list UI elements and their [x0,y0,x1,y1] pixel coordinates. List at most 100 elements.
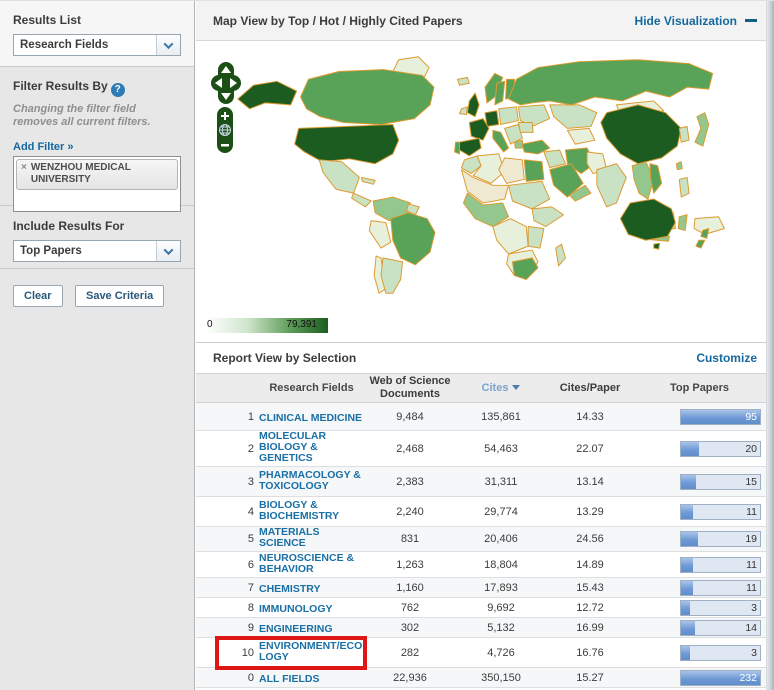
include-results-section: Include Results For Top Papers [0,206,194,269]
map-view-title: Map View by Top / Hot / Highly Cited Pap… [213,14,635,28]
table-row: 9 ENGINEERING 302 5,132 16.99 14 [196,618,774,638]
top-papers-bar: 15 [680,474,761,490]
docs-cell: 1,263 [364,559,456,571]
chevron-down-icon[interactable] [156,241,180,261]
chevron-down-icon[interactable] [156,35,180,55]
cites-cell: 54,463 [456,443,546,455]
docs-cell: 2,240 [364,506,456,518]
map-zoom-control[interactable] [217,107,233,158]
save-criteria-button[interactable]: Save Criteria [75,285,164,307]
top-papers-value: 3 [751,647,757,659]
docs-cell: 831 [364,533,456,545]
top-papers-value: 95 [745,411,757,423]
cites-cell: 4,726 [456,647,546,659]
table-row: 7 CHEMISTRY 1,160 17,893 15.43 11 [196,578,774,598]
world-map[interactable] [226,53,746,298]
field-link[interactable]: ALL FIELDS [259,674,319,685]
cites-paper-cell: 15.43 [546,582,634,594]
top-papers-bar: 14 [680,620,761,636]
rank-cell: 0 [204,672,254,684]
table-row: 3 PHARMACOLOGY & TOXICOLOGY 2,383 31,311… [196,467,774,497]
table-body: 1 CLINICAL MEDICINE 9,484 135,861 14.33 … [196,403,774,688]
results-list-label: Results List [13,13,181,27]
filter-tag[interactable]: × WENZHOU MEDICAL UNIVERSITY [16,159,178,190]
table-row: 6 NEUROSCIENCE & BEHAVIOR 1,263 18,804 1… [196,552,774,578]
main-panel: Map View by Top / Hot / Highly Cited Pap… [196,1,774,690]
map-view-header: Map View by Top / Hot / Highly Cited Pap… [196,1,774,41]
table-row-all-fields: 0 ALL FIELDS 22,936 350,150 15.27 232 [196,668,774,688]
top-papers-value: 19 [745,533,757,545]
top-papers-value: 3 [751,602,757,614]
rank-cell: 6 [204,559,254,571]
clear-button[interactable]: Clear [13,285,63,307]
col-cites-paper[interactable]: Cites/Paper [546,382,634,395]
report-view-title: Report View by Selection [213,351,696,365]
col-cites[interactable]: Cites [456,382,546,395]
field-link[interactable]: MATERIALS SCIENCE [259,527,364,549]
col-top-papers[interactable]: Top Papers [634,382,765,395]
results-list-section: Results List Research Fields [0,1,194,67]
rank-cell: 5 [204,533,254,545]
remove-filter-icon[interactable]: × [21,162,27,186]
sort-desc-icon [512,385,520,390]
results-list-select[interactable]: Research Fields [13,34,181,56]
field-link[interactable]: NEUROSCIENCE & BEHAVIOR [259,553,364,575]
cites-paper-cell: 24.56 [546,533,634,545]
cites-cell: 31,311 [456,476,546,488]
cites-paper-cell: 14.89 [546,559,634,571]
cites-cell: 9,692 [456,602,546,614]
col-research-fields[interactable]: Research Fields [259,382,364,395]
top-papers-bar: 11 [680,580,761,596]
docs-cell: 2,383 [364,476,456,488]
top-papers-bar: 95 [680,409,761,425]
top-papers-bar: 3 [680,645,761,661]
cites-cell: 20,406 [456,533,546,545]
top-papers-value: 20 [745,443,757,455]
docs-cell: 302 [364,622,456,634]
top-papers-bar: 232 [680,670,761,686]
cites-cell: 5,132 [456,622,546,634]
rank-cell: 1 [204,411,254,423]
include-results-label: Include Results For [13,219,181,233]
hide-visualization-link[interactable]: Hide Visualization [635,14,757,28]
help-icon[interactable]: ? [111,83,125,97]
rank-cell: 7 [204,582,254,594]
col-wos-documents[interactable]: Web of Science Documents [364,375,456,401]
customize-link[interactable]: Customize [696,351,757,365]
field-link[interactable]: BIOLOGY & BIOCHEMISTRY [259,500,364,522]
top-papers-bar: 19 [680,531,761,547]
field-link[interactable]: MOLECULAR BIOLOGY & GENETICS [259,431,364,464]
table-row: 8 IMMUNOLOGY 762 9,692 12.72 3 [196,598,774,618]
table-row: 2 MOLECULAR BIOLOGY & GENETICS 2,468 54,… [196,431,774,467]
cites-paper-cell: 12.72 [546,602,634,614]
scrollbar[interactable] [766,1,774,690]
include-results-select[interactable]: Top Papers [13,240,181,262]
add-filter-link[interactable]: Add Filter » [13,141,74,153]
sidebar-actions: Clear Save Criteria [0,269,194,307]
cites-cell: 17,893 [456,582,546,594]
field-link[interactable]: PHARMACOLOGY & TOXICOLOGY [259,470,364,492]
map-legend: 0 79,391 [204,318,328,333]
table-row: 5 MATERIALS SCIENCE 831 20,406 24.56 19 [196,527,774,552]
hide-visualization-label: Hide Visualization [635,14,737,28]
top-papers-value: 11 [746,506,757,518]
cites-paper-cell: 22.07 [546,443,634,455]
top-papers-value: 15 [745,476,757,488]
cites-paper-cell: 13.14 [546,476,634,488]
cites-paper-cell: 16.99 [546,622,634,634]
include-results-value: Top Papers [14,245,156,257]
rank-cell: 4 [204,506,254,518]
filter-by-label: Filter Results By [13,79,108,93]
top-papers-value: 11 [746,559,757,571]
zoom-out-icon [221,144,229,147]
field-link[interactable]: CLINICAL MEDICINE [259,413,362,424]
field-link[interactable]: ENGINEERING [259,624,333,635]
field-link[interactable]: CHEMISTRY [259,584,320,595]
top-papers-bar: 11 [680,504,761,520]
field-link[interactable]: IMMUNOLOGY [259,604,333,615]
docs-cell: 9,484 [364,411,456,423]
filter-box: × WENZHOU MEDICAL UNIVERSITY [13,156,181,212]
highlight-box [215,636,367,670]
map-pan-control[interactable] [211,61,241,110]
cites-paper-cell: 15.27 [546,672,634,684]
